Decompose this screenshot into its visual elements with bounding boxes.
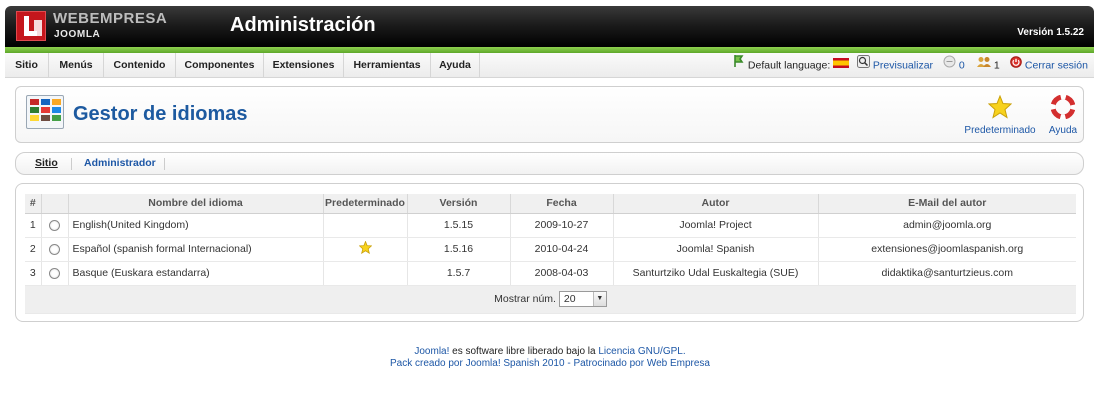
default-button-label: Predeterminado xyxy=(964,125,1036,136)
limit-select[interactable]: 20 ▼ xyxy=(558,291,607,307)
header-bar: WEBEMPRESA JOOMLA Administración Versión… xyxy=(5,6,1094,47)
admin-title: Administración xyxy=(230,14,376,36)
row-default xyxy=(323,261,408,286)
menu-componentes[interactable]: Componentes xyxy=(176,53,264,78)
default-language-status: Default language: xyxy=(733,53,850,78)
row-name: Basque (Euskara estandarra) xyxy=(68,261,324,286)
row-version: 1.5.15 xyxy=(407,213,511,238)
table-row[interactable]: 2 Español (spanish formal Internacional)… xyxy=(25,237,1076,262)
footer-line-2: Pack creado por Joomla! Spanish 2010 - P… xyxy=(0,358,1100,369)
row-default xyxy=(323,213,408,238)
col-email[interactable]: E-Mail del autor xyxy=(818,194,1076,214)
col-default[interactable]: Predeterminado xyxy=(323,194,408,214)
users-icon xyxy=(977,53,991,78)
row-radio[interactable] xyxy=(49,243,60,255)
row-version: 1.5.7 xyxy=(407,261,511,286)
logout-link[interactable]: Cerrar sesión xyxy=(1010,53,1088,78)
main-menu-bar: Sitio Menús Contenido Componentes Extens… xyxy=(5,53,1094,78)
col-author[interactable]: Autor xyxy=(613,194,819,214)
col-num[interactable]: # xyxy=(25,194,42,214)
version-label: Versión 1.5.22 xyxy=(1017,27,1084,38)
messages-status[interactable]: 0 xyxy=(943,53,965,78)
language-icon xyxy=(733,53,745,78)
joomla-link[interactable]: Joomla! xyxy=(414,346,449,357)
submenu-bar: Sitio Administrador xyxy=(15,152,1084,175)
footer-line-1: Joomla! es software libre liberado bajo … xyxy=(0,346,1100,357)
table-header-row: # Nombre del idioma Predeterminado Versi… xyxy=(25,194,1076,214)
row-date: 2009-10-27 xyxy=(510,213,614,238)
row-default xyxy=(323,237,408,262)
joomla-logo-icon xyxy=(16,11,46,41)
row-email: extensiones@joomlaspanish.org xyxy=(818,237,1076,262)
content-panel: # Nombre del idioma Predeterminado Versi… xyxy=(15,183,1084,322)
pagination-row: Mostrar núm. 20 ▼ xyxy=(25,285,1076,314)
row-author: Santurtziko Udal Euskaltegia (SUE) xyxy=(613,261,819,286)
col-name[interactable]: Nombre del idioma xyxy=(68,194,324,214)
dropdown-arrow-icon: ▼ xyxy=(592,292,606,306)
limit-label: Mostrar núm. xyxy=(494,292,556,305)
license-link[interactable]: Licencia GNU/GPL. xyxy=(598,346,685,357)
row-radio[interactable] xyxy=(49,219,60,231)
page-title: Gestor de idiomas xyxy=(73,103,248,125)
row-date: 2010-04-24 xyxy=(510,237,614,262)
table-row[interactable]: 1 English(United Kingdom) 1.5.15 2009-10… xyxy=(25,213,1076,238)
menu-sitio[interactable]: Sitio xyxy=(5,53,49,78)
logout-icon xyxy=(1010,53,1022,78)
row-radio[interactable] xyxy=(49,267,60,279)
row-name: English(United Kingdom) xyxy=(68,213,324,238)
row-date: 2008-04-03 xyxy=(510,261,614,286)
limit-value: 20 xyxy=(563,293,576,305)
tab-sitio[interactable]: Sitio xyxy=(35,153,58,174)
users-count: 1 xyxy=(993,59,1000,72)
row-num: 1 xyxy=(25,213,42,238)
help-button[interactable]: Ayuda xyxy=(1046,94,1080,136)
col-version[interactable]: Versión xyxy=(407,194,511,214)
row-version: 1.5.16 xyxy=(407,237,511,262)
brand-name: WEBEMPRESA xyxy=(53,10,168,27)
default-language-label: Default language: xyxy=(747,59,831,72)
row-author: Joomla! Project xyxy=(613,213,819,238)
row-name: Español (spanish formal Internacional) xyxy=(68,237,324,262)
submenu-divider xyxy=(164,158,165,170)
preview-link[interactable]: Previsualizar xyxy=(857,53,933,78)
col-date[interactable]: Fecha xyxy=(510,194,614,214)
users-status[interactable]: 1 xyxy=(977,53,1000,78)
toolbar-panel: Gestor de idiomas Predeterminado Ayuda xyxy=(15,86,1084,143)
brand-subname: JOOMLA xyxy=(54,29,101,40)
star-icon xyxy=(987,94,1013,122)
logout-label: Cerrar sesión xyxy=(1024,59,1088,72)
menu-extensiones[interactable]: Extensiones xyxy=(264,53,344,78)
preview-label: Previsualizar xyxy=(872,59,934,72)
row-num: 3 xyxy=(25,261,42,286)
tab-administrador[interactable]: Administrador xyxy=(84,153,156,174)
menu-menus[interactable]: Menús xyxy=(49,53,104,78)
messages-count: 0 xyxy=(958,59,965,72)
default-button[interactable]: Predeterminado xyxy=(964,94,1036,136)
credits-link[interactable]: Pack creado por Joomla! Spanish 2010 - P… xyxy=(390,358,710,369)
row-email: didaktika@santurtzieus.com xyxy=(818,261,1076,286)
menu-ayuda[interactable]: Ayuda xyxy=(431,53,480,78)
row-author: Joomla! Spanish xyxy=(613,237,819,262)
table-row[interactable]: 3 Basque (Euskara estandarra) 1.5.7 2008… xyxy=(25,261,1076,286)
menu-contenido[interactable]: Contenido xyxy=(104,53,176,78)
languages-table: # Nombre del idioma Predeterminado Versi… xyxy=(25,194,1076,314)
default-star-icon xyxy=(358,240,372,257)
magnifier-icon xyxy=(857,53,870,78)
messages-icon xyxy=(943,53,956,78)
help-button-label: Ayuda xyxy=(1048,125,1078,136)
row-num: 2 xyxy=(25,237,42,262)
footer-text: es software libre liberado bajo la xyxy=(449,346,599,357)
language-manager-icon xyxy=(26,95,64,129)
col-select xyxy=(41,194,69,214)
menu-herramientas[interactable]: Herramientas xyxy=(344,53,431,78)
lifebuoy-icon xyxy=(1050,94,1076,122)
row-email: admin@joomla.org xyxy=(818,213,1076,238)
submenu-divider xyxy=(71,158,72,170)
spain-flag-icon xyxy=(833,53,850,78)
